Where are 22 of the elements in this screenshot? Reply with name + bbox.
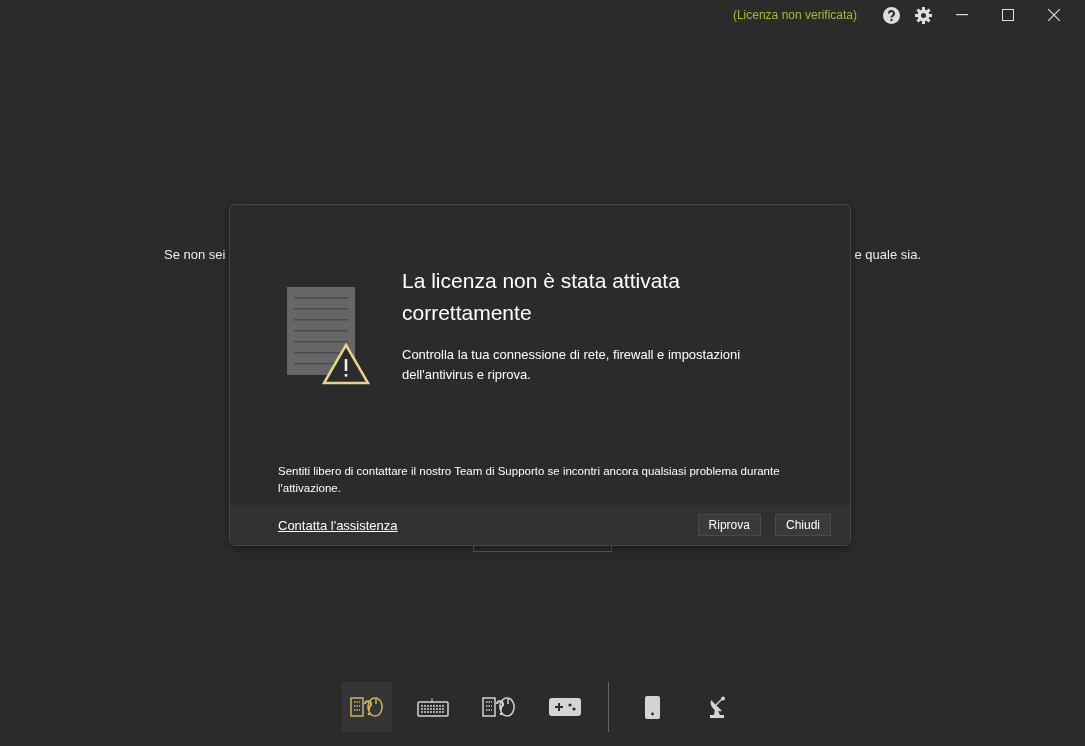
help-icon [882,6,900,24]
keyboard-mouse-icon [350,696,384,718]
support-note: Sentiti libero di contattare il nostro Team di Supporto se incontri ancora qualsiasi problema durante l'attivazione. [277,464,781,496]
gamepad-icon [549,698,581,716]
maximize-icon [1002,9,1014,21]
license-status: (Licenza non verificata) [732,8,857,22]
settings-icon [914,6,932,24]
close-icon [1048,9,1060,21]
description-text: e quale sia. [854,247,921,262]
retry-button[interactable]: Riprova [697,514,761,536]
minimize-icon [956,14,968,16]
keyboard-icon [417,697,449,717]
dialog-title: La licenza non è stata attivata correttamente [402,268,681,326]
keyboard-mouse-icon [482,696,516,718]
satellite-dish-icon [709,695,727,719]
document-warning-icon [286,287,370,385]
device-tab[interactable] [342,682,392,732]
dialog-message: Controlla la tua connessione di rete, firewall e impostazioni dell'antivirus e riprova. [402,346,742,384]
contact-support-link[interactable]: Contatta l'assistenza [278,517,398,533]
phone-icon [644,695,660,719]
description-text: Se non sei [164,247,226,262]
close-dialog-button[interactable]: Chiudi [774,514,831,536]
